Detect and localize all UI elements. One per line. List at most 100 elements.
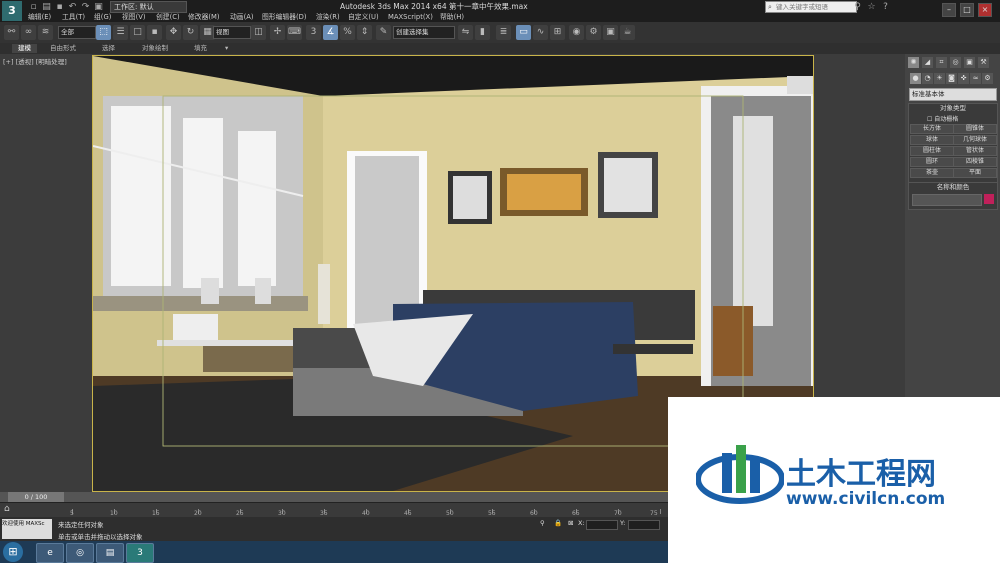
menu-animation[interactable]: 动画(A): [230, 12, 254, 22]
tab-selection[interactable]: 选择: [96, 44, 121, 53]
spinner-snap-icon[interactable]: ⇕: [357, 25, 372, 40]
cone-button[interactable]: 圆锥体: [953, 124, 997, 134]
select-by-name-icon[interactable]: ☰: [113, 25, 128, 40]
viewport-label[interactable]: [+] [透视] [明暗处理]: [3, 56, 67, 66]
lock-selection-icon[interactable]: 🔒: [554, 519, 562, 527]
rect-selection-icon[interactable]: □: [130, 25, 145, 40]
cameras-icon[interactable]: ◙: [946, 73, 957, 84]
modify-tab-icon[interactable]: ◢: [922, 57, 933, 68]
schematic-view-icon[interactable]: ⊞: [550, 25, 565, 40]
edit-named-sel-icon[interactable]: ✎: [376, 25, 391, 40]
menu-create[interactable]: 创建(C): [156, 12, 180, 22]
rendered-frame-icon[interactable]: ▣: [603, 25, 618, 40]
curve-editor-icon[interactable]: ∿: [533, 25, 548, 40]
tick-label: 70: [614, 510, 622, 517]
mini-curve-editor-icon[interactable]: ⌂: [4, 504, 10, 514]
prompt-line: 单击或单击并拖动以选择对象: [58, 533, 143, 541]
tick-label: 40: [362, 510, 370, 517]
pivot-center-icon[interactable]: ◫: [251, 25, 266, 40]
spacewarps-icon[interactable]: ≈: [970, 73, 981, 84]
object-type-title: 对象类型: [940, 104, 966, 112]
watermark-url: www.civilcn.com: [786, 489, 946, 509]
selection-filter-dropdown[interactable]: 全部: [58, 26, 96, 39]
search-placeholder: 键入关键字或短语: [776, 3, 828, 11]
menu-rendering[interactable]: 渲染(R): [316, 12, 340, 22]
render-setup-icon[interactable]: ⚙: [586, 25, 601, 40]
menu-edit[interactable]: 编辑(E): [28, 12, 51, 22]
time-slider-thumb[interactable]: 0 / 100: [8, 492, 64, 502]
search-icon: ⌕: [768, 3, 772, 11]
chrome-icon[interactable]: ◎: [66, 543, 94, 563]
shapes-icon[interactable]: ◔: [922, 73, 933, 84]
geometry-icon[interactable]: ●: [910, 73, 921, 84]
auto-grid-checkbox[interactable]: ☐ 自动栅格: [927, 114, 958, 123]
menu-graph-editors[interactable]: 图形编辑器(D): [262, 12, 307, 22]
menu-customize[interactable]: 自定义(U): [348, 12, 379, 22]
track-bar[interactable]: ⌂ 5 10 15 20 25 30 35 40 45 50 55 60 65 …: [0, 502, 668, 518]
object-color-swatch[interactable]: [984, 194, 994, 204]
bind-spacewarp-icon[interactable]: ≋: [38, 25, 53, 40]
object-name-field[interactable]: [912, 194, 982, 206]
align-icon[interactable]: ▮: [475, 25, 490, 40]
category-dropdown[interactable]: 标准基本体: [909, 88, 997, 101]
snap-toggle-icon[interactable]: 3: [306, 25, 321, 40]
time-slider[interactable]: 0 / 100: [0, 492, 668, 502]
menu-help[interactable]: 帮助(H): [440, 12, 464, 22]
tab-populate[interactable]: 填充: [188, 44, 213, 53]
menu-views[interactable]: 视图(V): [122, 12, 146, 22]
maxscript-listener[interactable]: 欢迎使用 MAXSc: [2, 519, 52, 539]
helpers-icon[interactable]: ✜: [958, 73, 969, 84]
geosphere-button[interactable]: 几何球体: [953, 135, 997, 145]
y-coord-field[interactable]: [628, 520, 660, 530]
window-crossing-icon[interactable]: ▪: [147, 25, 162, 40]
absolute-mode-icon[interactable]: ⊠: [568, 519, 573, 527]
create-tab-icon[interactable]: ✺: [908, 57, 919, 68]
menu-maxscript[interactable]: MAXScript(X): [388, 12, 433, 22]
graphite-ribbon-icon[interactable]: ▭: [516, 25, 531, 40]
utilities-tab-icon[interactable]: ⚒: [978, 57, 989, 68]
unlink-icon[interactable]: ∞: [21, 25, 36, 40]
tab-object-paint[interactable]: 对象绘制: [136, 44, 174, 53]
display-tab-icon[interactable]: ▣: [964, 57, 975, 68]
tick-label: 75: [650, 510, 658, 517]
app-logo-icon[interactable]: 3: [2, 1, 22, 21]
plane-button[interactable]: 平面: [953, 168, 997, 178]
named-selection-dropdown[interactable]: 创建选择集: [393, 26, 455, 39]
tab-freeform[interactable]: 自由形式: [44, 44, 82, 53]
mirror-icon[interactable]: ⇋: [458, 25, 473, 40]
material-editor-icon[interactable]: ◉: [569, 25, 584, 40]
systems-icon[interactable]: ⚙: [982, 73, 993, 84]
tube-button[interactable]: 管状体: [953, 146, 997, 156]
box-button[interactable]: 长方体: [910, 124, 954, 134]
3dsmax-task-icon[interactable]: 3: [126, 543, 154, 563]
teapot-button[interactable]: 茶壶: [910, 168, 954, 178]
tab-modeling[interactable]: 建模: [12, 44, 37, 53]
motion-tab-icon[interactable]: ◎: [950, 57, 961, 68]
hierarchy-tab-icon[interactable]: ⌗: [936, 57, 947, 68]
select-manipulate-icon[interactable]: ✢: [270, 25, 285, 40]
torus-button[interactable]: 圆环: [910, 157, 954, 167]
ref-coord-dropdown[interactable]: 视图: [213, 26, 251, 39]
explorer-icon[interactable]: ▤: [96, 543, 124, 563]
ie-icon[interactable]: e: [36, 543, 64, 563]
rotate-icon[interactable]: ↻: [183, 25, 198, 40]
percent-snap-icon[interactable]: %: [340, 25, 355, 40]
menu-group[interactable]: 组(G): [94, 12, 111, 22]
select-object-icon[interactable]: ⬚: [96, 25, 111, 40]
ribbon-options-icon[interactable]: ▾: [222, 44, 231, 53]
link-icon[interactable]: ⚯: [4, 25, 19, 40]
keyboard-shortcut-icon[interactable]: ⌨: [287, 25, 302, 40]
pyramid-button[interactable]: 四棱锥: [953, 157, 997, 167]
cylinder-button[interactable]: 圆柱体: [910, 146, 954, 156]
menu-tools[interactable]: 工具(T): [62, 12, 85, 22]
sphere-button[interactable]: 球体: [910, 135, 954, 145]
angle-snap-icon[interactable]: ∡: [323, 25, 338, 40]
x-coord-field[interactable]: [586, 520, 618, 530]
render-teapot-icon[interactable]: ☕: [620, 25, 635, 40]
start-button[interactable]: ⊞: [3, 542, 23, 562]
move-icon[interactable]: ✥: [166, 25, 181, 40]
isolate-icon[interactable]: ⚲: [540, 519, 545, 527]
menu-modifiers[interactable]: 修改器(M): [188, 12, 220, 22]
lights-icon[interactable]: ☀: [934, 73, 945, 84]
layer-manager-icon[interactable]: ≣: [496, 25, 511, 40]
